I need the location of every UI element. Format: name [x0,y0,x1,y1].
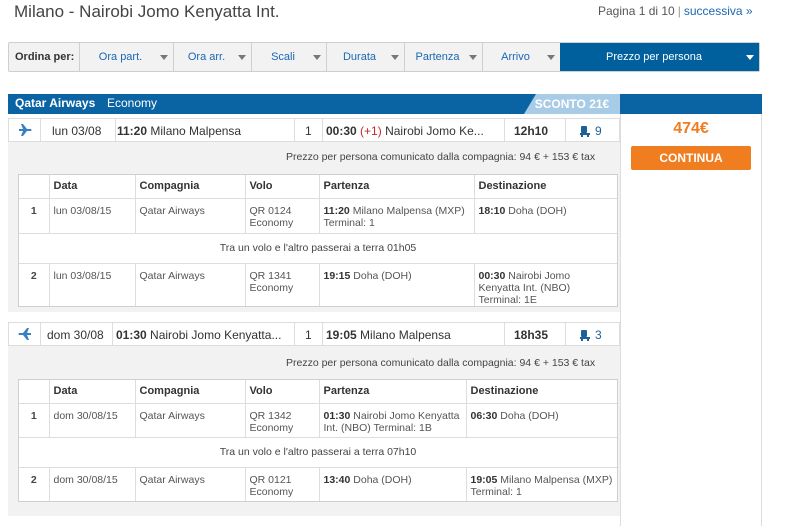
leg-date: dom 30/08 [47,328,104,342]
leg-departure: 11:20 Milano Malpensa [117,124,241,138]
sort-item-label: Prezzo per persona [606,51,702,63]
inbound-leg-row[interactable]: dom 30/08 01:30 Nairobi Jomo Kenyatta...… [8,322,620,346]
leg-arr-time: 00:30 [326,124,357,138]
col-date: Data [49,380,136,404]
sort-duration[interactable]: Durata [326,43,404,71]
leg-stops: 1 [305,124,312,138]
leg-arrival: 19:05 Milano Malpensa [326,328,451,342]
leg-dep-time: 11:20 [117,124,148,138]
airline-name: Qatar Airways [15,96,96,110]
col-flight: Volo [245,175,320,199]
outbound-segments-table: Data Compagnia Volo Partenza Destinazion… [18,174,618,307]
sort-item-label: Ora part. [98,51,143,63]
col-index [19,380,50,404]
seats-available: 9 [579,124,602,138]
leg-departure: 01:30 Nairobi Jomo Kenyatta... [116,328,281,342]
cabin-class: Economy [107,96,158,110]
sort-arrival-time[interactable]: Ora arr. [173,43,251,71]
chevron-down-icon [160,55,168,60]
sort-departure-time[interactable]: Ora part. [79,43,173,71]
plane-depart-icon [9,119,41,141]
sort-price-per-person[interactable]: Prezzo per persona [560,43,759,71]
sort-item-label: Ora arr. [187,51,226,63]
layover-row: Tra un volo e l'altro passerai a terra 0… [19,233,617,264]
sort-departure[interactable]: Partenza [404,43,482,71]
leg-duration: 12h10 [514,124,549,138]
seat-icon [580,330,590,341]
leg-arrival: 00:30 (+1) Nairobi Jomo Ke... [326,124,484,138]
col-carrier: Compagnia [135,380,246,404]
pagination-label: Pagina 1 di 10 [598,4,675,18]
leg-dep-city: Nairobi Jomo Kenyatta... [150,328,282,342]
offer-price: 474€ [673,120,709,137]
col-date: Data [49,175,136,199]
col-departure: Partenza [319,175,475,199]
col-index [19,175,50,199]
leg-duration: 18h35 [514,328,549,342]
sort-bar: Ordina per: Ora part. Ora arr. Scali Dur… [8,42,760,72]
pagination-separator: | [677,4,681,18]
pagination: Pagina 1 di 10 | successiva » [598,4,753,18]
col-destination: Destinazione [474,175,617,199]
seats-count: 9 [595,124,602,138]
offer-header: Qatar Airways Economy SCONTO 21€ [8,94,620,114]
layover-row: Tra un volo e l'altro passerai a terra 0… [19,437,617,468]
inbound-price-info: Prezzo per persona comunicato dalla comp… [286,357,596,369]
plane-return-icon [9,323,41,345]
chevron-down-icon [238,55,246,60]
leg-arr-city: Nairobi Jomo Ke... [385,124,484,138]
seat-icon [580,126,590,137]
col-destination: Destinazione [466,380,617,404]
day-offset: (+1) [360,124,382,138]
table-row: 2 dom 30/08/15 Qatar Airways QR 0121 Econ… [19,467,617,501]
discount-badge: SCONTO 21€ [524,94,620,114]
sort-stops[interactable]: Scali [251,43,326,71]
next-page-link[interactable]: successiva » [684,4,753,18]
price-header [620,94,762,114]
leg-date: lun 03/08 [52,124,102,138]
col-departure: Partenza [319,380,467,404]
inbound-segments-table: Data Compagnia Volo Partenza Destinazion… [18,379,618,502]
sort-arrival[interactable]: Arrivo [482,43,560,71]
outbound-leg-row[interactable]: lun 03/08 11:20 Milano Malpensa 1 00:30 … [8,118,620,142]
chevron-down-icon [746,55,754,60]
col-flight: Volo [245,380,320,404]
page-title: Milano - Nairobi Jomo Kenyatta Int. [14,2,280,21]
leg-arr-city: Milano Malpensa [360,328,451,342]
leg-arr-time: 19:05 [326,328,357,342]
seats-count: 3 [595,328,602,342]
table-row: 2 lun 03/08/15 Qatar Airways QR 1341 Econ… [19,263,617,306]
chevron-down-icon [313,55,321,60]
sort-item-label: Durata [342,51,377,63]
price-column [620,114,762,526]
table-row: 1 dom 30/08/15 Qatar Airways QR 1342 Econ… [19,403,617,438]
chevron-down-icon [391,55,399,60]
sort-label: Ordina per: [15,51,75,63]
leg-dep-time: 01:30 [116,328,147,342]
table-row: 1 lun 03/08/15 Qatar Airways QR 0124 Econ… [19,198,617,234]
seats-available: 3 [579,328,602,342]
leg-stops: 1 [305,328,312,342]
chevron-down-icon [547,55,555,60]
leg-dep-city: Milano Malpensa [150,124,242,138]
sort-item-label: Partenza [415,51,460,63]
outbound-price-info: Prezzo per persona comunicato dalla comp… [286,151,596,163]
chevron-down-icon [469,55,477,60]
col-carrier: Compagnia [135,175,246,199]
sort-item-label: Arrivo [501,51,530,63]
sort-item-label: Scali [271,51,295,63]
